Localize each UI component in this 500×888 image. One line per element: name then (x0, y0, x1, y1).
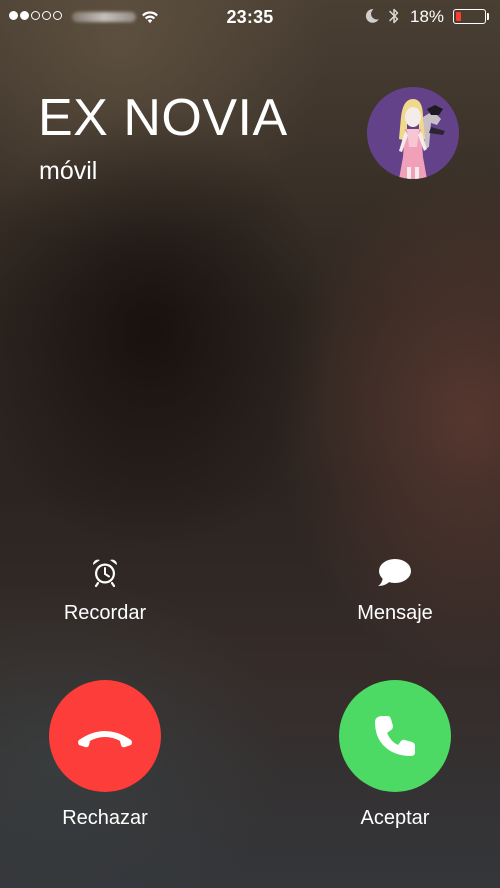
remind-me-label: Recordar (63, 602, 147, 624)
battery-icon (453, 9, 486, 24)
status-bar: 23:35 18% (0, 0, 500, 34)
caller-phone-label: móvil (39, 157, 98, 185)
battery-cap (487, 13, 489, 20)
remind-me-button[interactable]: Recordar (25, 556, 185, 625)
battery-level-fill (455, 11, 461, 21)
caller-avatar (367, 87, 459, 179)
message-label: Mensaje (357, 602, 433, 624)
caller-name: EX NOVIA (38, 89, 288, 147)
hang-up-icon (78, 731, 132, 748)
message-button[interactable]: Mensaje (315, 556, 475, 625)
moon-icon (365, 9, 379, 23)
decline-call-button[interactable] (49, 680, 161, 792)
decline-call-label: Rechazar (62, 807, 148, 829)
alarm-clock-icon (92, 559, 118, 588)
phone-icon (375, 716, 415, 756)
accept-call-button[interactable] (339, 680, 451, 792)
bluetooth-icon (389, 8, 399, 24)
accept-call-label: Aceptar (360, 807, 430, 829)
speech-bubble-icon (378, 559, 411, 586)
battery-percentage: 18% (410, 7, 445, 26)
